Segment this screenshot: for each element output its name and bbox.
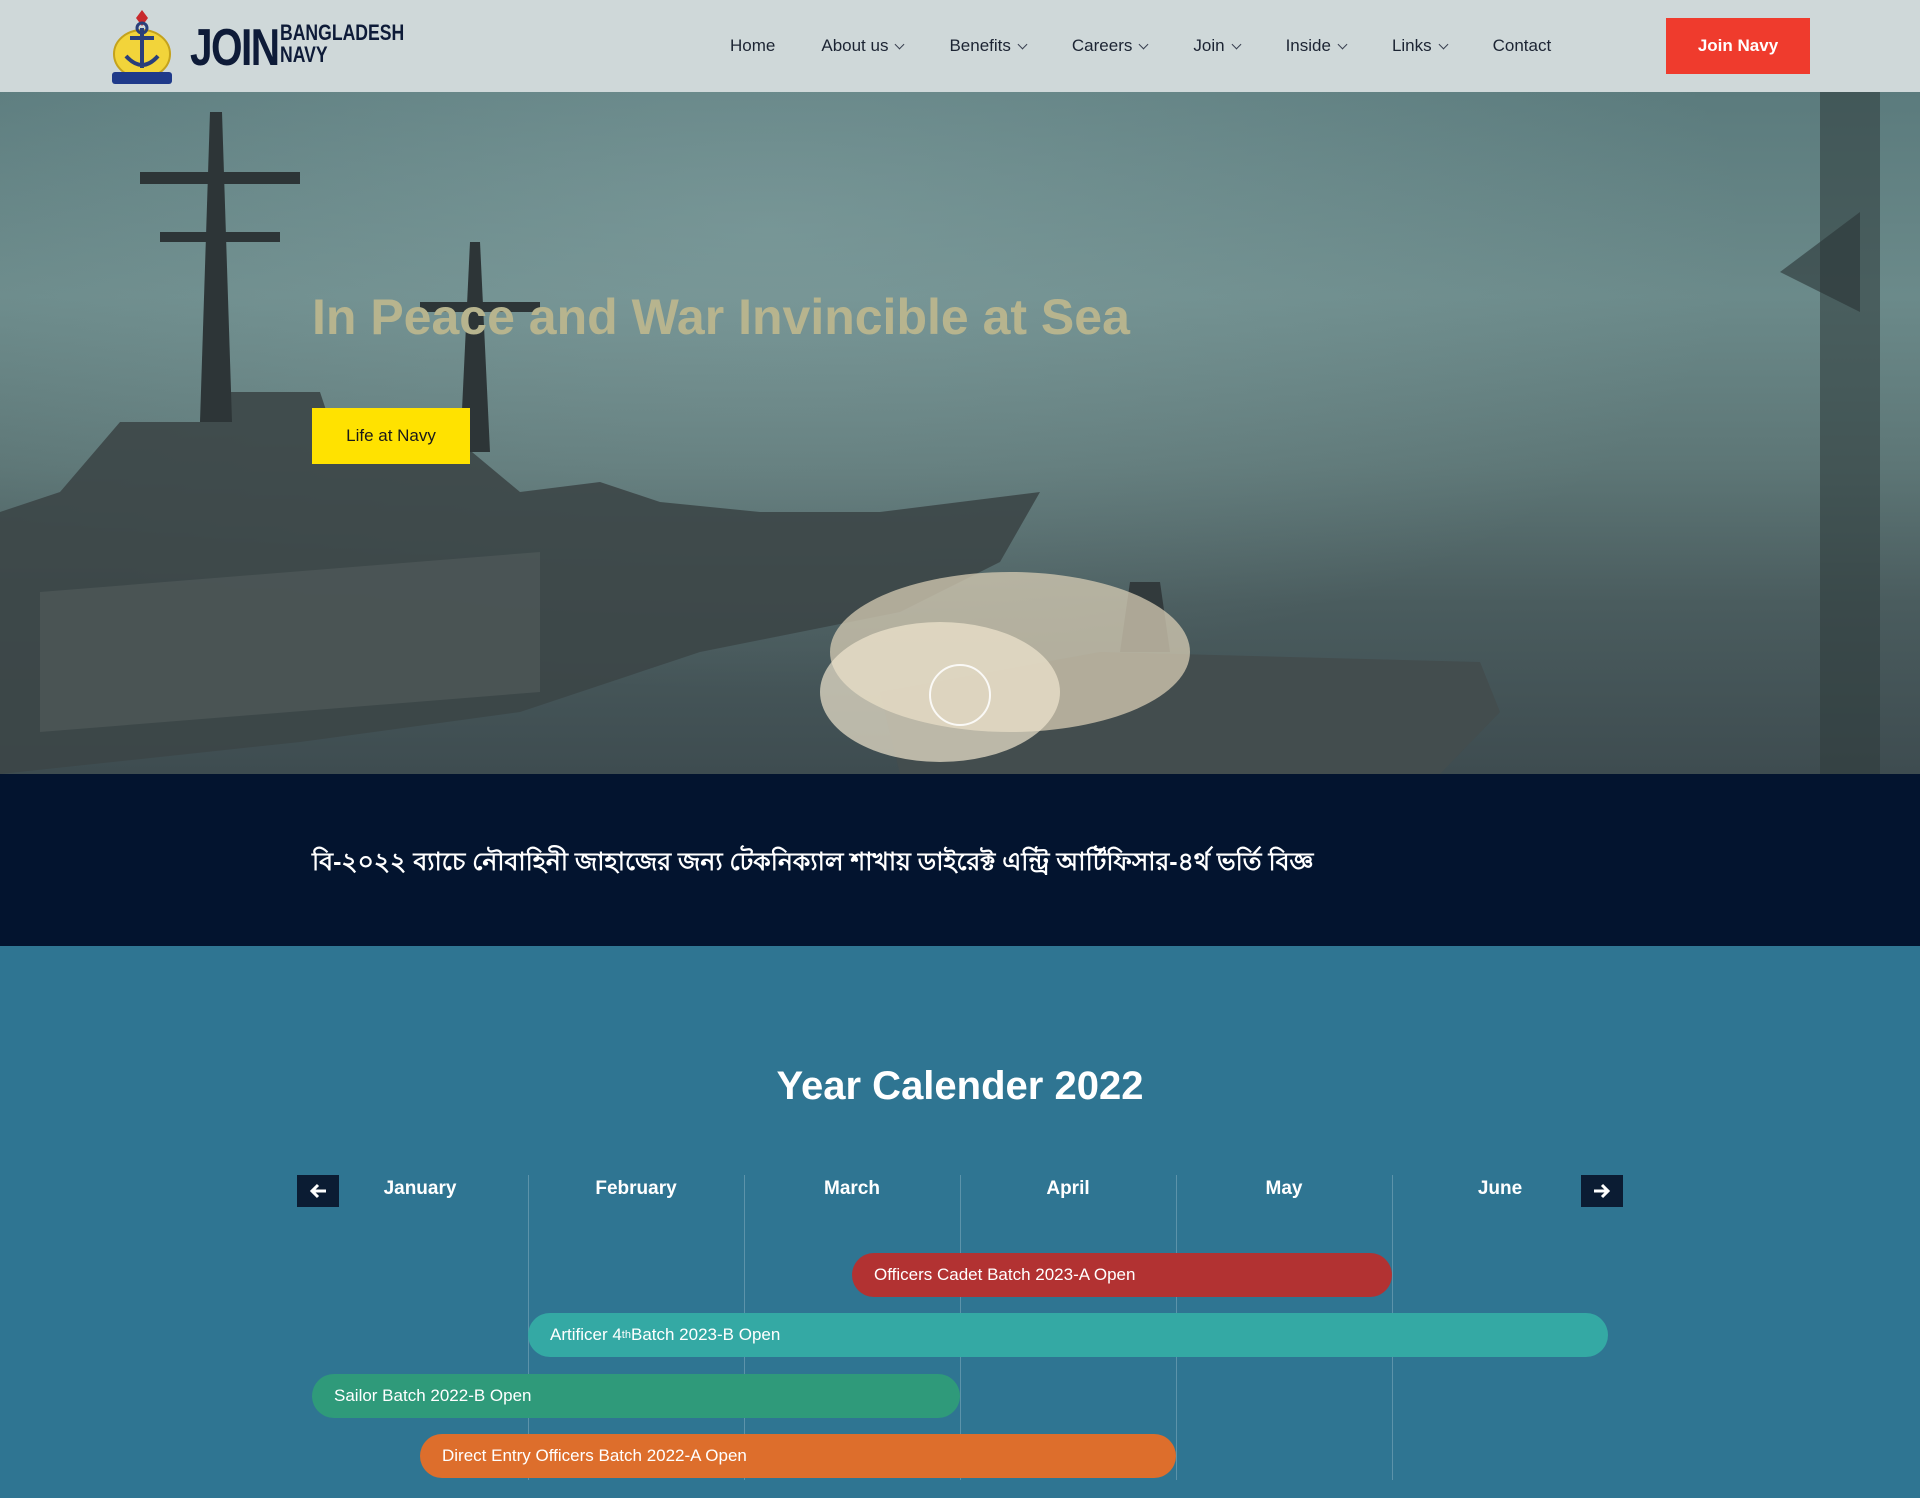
chevron-down-icon bbox=[1438, 39, 1449, 50]
nav-item-benefits[interactable]: Benefits bbox=[949, 36, 1028, 56]
nav-item-links[interactable]: Links bbox=[1392, 36, 1449, 56]
month-february: February bbox=[595, 1178, 677, 1199]
chevron-down-icon bbox=[1017, 39, 1028, 50]
chevron-down-icon bbox=[1138, 39, 1149, 50]
main-nav: Home About us Benefits Careers Join Insi… bbox=[730, 0, 1597, 92]
month-march: March bbox=[824, 1178, 880, 1199]
month-june: June bbox=[1477, 1178, 1523, 1199]
month-april: April bbox=[1046, 1178, 1090, 1199]
hero-banner: In Peace and War Invincible at Sea Life … bbox=[0, 92, 1920, 774]
chevron-down-icon bbox=[1337, 39, 1348, 50]
notice-text[interactable]: বি-২০২২ ব্যাচে নৌবাহিনী জাহাজের জন্য টেক… bbox=[312, 842, 1313, 885]
nav-item-about-us[interactable]: About us bbox=[821, 36, 905, 56]
nav-item-contact[interactable]: Contact bbox=[1493, 36, 1552, 56]
event-officers-cadet[interactable]: Officers Cadet Batch 2023-A Open bbox=[852, 1253, 1392, 1297]
event-sailor[interactable]: Sailor Batch 2022-B Open bbox=[312, 1374, 960, 1418]
nav-item-inside[interactable]: Inside bbox=[1286, 36, 1348, 56]
calendar-title: Year Calender 2022 bbox=[776, 1064, 1144, 1108]
video-play-button[interactable] bbox=[929, 664, 991, 726]
event-direct-entry-officers[interactable]: Direct Entry Officers Batch 2022-A Open bbox=[420, 1434, 1176, 1478]
calendar-grid: January February March April May June Of… bbox=[312, 1175, 1608, 1480]
chevron-down-icon bbox=[1231, 39, 1242, 50]
month-january: January bbox=[383, 1178, 457, 1199]
life-at-navy-button[interactable]: Life at Navy bbox=[312, 408, 470, 464]
month-may: May bbox=[1265, 1178, 1303, 1199]
notice-bar: বি-২০২২ ব্যাচে নৌবাহিনী জাহাজের জন্য টেক… bbox=[0, 774, 1920, 946]
logo-join-text: JOIN bbox=[190, 19, 280, 77]
navy-emblem-icon bbox=[112, 10, 172, 84]
nav-item-careers[interactable]: Careers bbox=[1072, 36, 1149, 56]
nav-item-home[interactable]: Home bbox=[730, 36, 775, 56]
hero-title: In Peace and War Invincible at Sea bbox=[312, 289, 1130, 345]
site-logo[interactable]: JOIN BANGLADESH NAVY bbox=[108, 4, 404, 88]
chevron-down-icon bbox=[895, 39, 905, 50]
site-header: JOIN BANGLADESH NAVY Home About us Benef… bbox=[0, 0, 1920, 92]
nav-item-join[interactable]: Join bbox=[1193, 36, 1242, 56]
join-navy-button[interactable]: Join Navy bbox=[1666, 18, 1810, 74]
event-artificer[interactable]: Artificer 4th Batch 2023-B Open bbox=[528, 1313, 1608, 1357]
logo-sub-text: BANGLADESH NAVY bbox=[280, 20, 405, 67]
